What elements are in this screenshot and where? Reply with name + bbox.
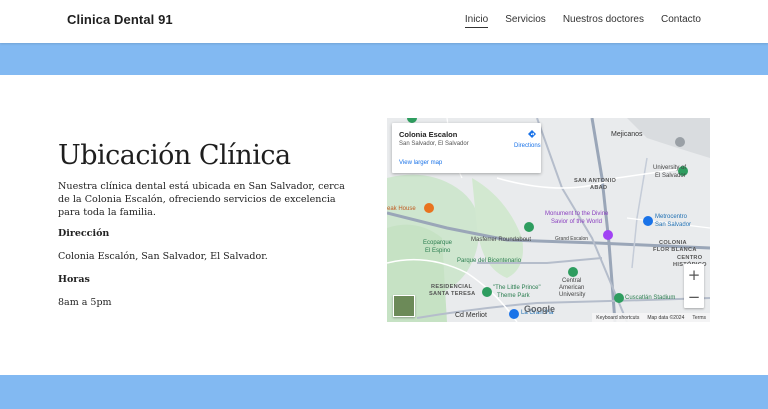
map-label-central: Central: [562, 278, 582, 284]
satellite-layer-toggle[interactable]: [393, 295, 415, 317]
top-navbar: Clinica Dental 91 Inicio Servicios Nuest…: [0, 0, 768, 43]
terms-link[interactable]: Terms: [692, 315, 706, 321]
map-label-masferrer: Masferrer Roundabout: [471, 237, 532, 243]
top-color-band: [0, 43, 768, 75]
map-label-espino: El Espino: [425, 248, 451, 254]
zoom-out-button[interactable]: −: [684, 286, 704, 308]
hours-label: Horas: [58, 274, 90, 285]
place-info-card: Colonia Escalon San Salvador, El Salvado…: [392, 123, 541, 173]
nav-inicio[interactable]: Inicio: [464, 14, 489, 28]
map-attribution: Keyboard shortcuts Map data ©2024 Terms: [592, 313, 710, 322]
map-label-merliot: Cd Merliot: [455, 312, 487, 319]
place-name: Colonia Escalon: [399, 130, 458, 139]
directions-link[interactable]: Directions: [514, 143, 541, 149]
nav-nuestros-doctores[interactable]: Nuestros doctores: [563, 14, 644, 28]
map-label-santa-teresa: SANTA TERESA: [429, 291, 476, 297]
page-title: Ubicación Clínica: [58, 140, 291, 171]
map-label-colonia: COLONIA: [659, 240, 687, 246]
map-label-flor: FLOR BLANCA: [653, 247, 697, 253]
zoom-in-button[interactable]: +: [684, 264, 704, 286]
nav-contacto[interactable]: Contacto: [661, 14, 701, 28]
map-label-cuscatlan: Cuscatlán Stadium: [625, 295, 676, 301]
map-label-mejicanos: Mejicanos: [611, 131, 643, 138]
map-label-residencial: RESIDENCIAL: [431, 284, 473, 290]
keyboard-shortcuts-link[interactable]: Keyboard shortcuts: [596, 315, 639, 321]
bottom-color-band: [0, 375, 768, 409]
hours-value: 8am a 5pm: [58, 297, 112, 308]
view-larger-map-link[interactable]: View larger map: [399, 160, 442, 166]
map-label-univ: University of: [653, 165, 687, 171]
embedded-map[interactable]: Mejicanos University of El Salvador SAN …: [387, 118, 710, 322]
zoom-controls: + −: [684, 264, 704, 308]
brand-logo-text[interactable]: Clinica Dental 91: [67, 12, 173, 27]
map-label-little-prince: "The Little Prince": [493, 285, 541, 291]
google-logo: Google: [524, 304, 555, 314]
map-label-san-antonio: SAN ANTONIO: [574, 178, 617, 184]
map-data-text: Map data ©2024: [647, 314, 685, 321]
map-label-metrocentro2: San Salvador: [655, 222, 692, 228]
map-label-american: American: [559, 285, 585, 291]
map-label-univ2: El Salvador: [655, 173, 686, 179]
map-label-abad: ABAD: [590, 185, 608, 191]
place-address: San Salvador, El Salvador: [399, 141, 469, 147]
directions-icon[interactable]: [527, 129, 537, 139]
map-label-grand: Grand Escalon: [555, 236, 589, 242]
map-label-theme-park: Theme Park: [497, 293, 530, 299]
map-label-monument: Monument to the Divine: [545, 211, 609, 217]
map-label-centro: CENTRO: [677, 255, 703, 261]
address-label: Dirección: [58, 228, 110, 239]
location-section: Ubicación Clínica Nuestra clínica dental…: [58, 140, 348, 320]
map-label-bicentenario: Parque del Bicentenario: [457, 258, 522, 264]
nav-servicios[interactable]: Servicios: [505, 14, 546, 28]
map-label-ecoparque: Ecoparque: [423, 240, 453, 246]
map-label-monument2: Savior of the World: [551, 219, 602, 225]
location-description: Nuestra clínica dental está ubicada en S…: [58, 181, 345, 218]
nav-links: Inicio Servicios Nuestros doctores Conta…: [464, 14, 701, 28]
map-label-metrocentro: Metrocentro: [655, 214, 688, 220]
address-value: Colonia Escalón, San Salvador, El Salvad…: [58, 251, 268, 262]
map-label-university: University: [559, 292, 586, 298]
map-label-steak: eak House: [387, 206, 416, 212]
